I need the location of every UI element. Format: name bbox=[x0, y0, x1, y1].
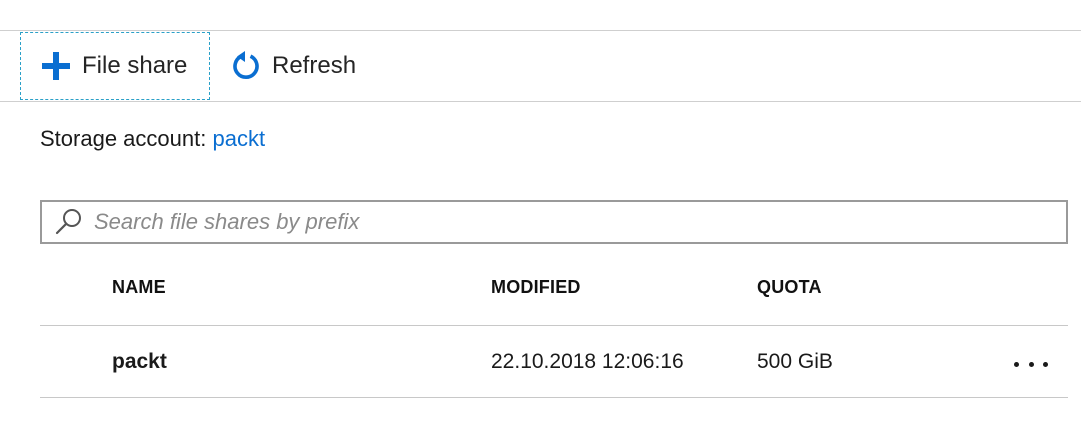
storage-account-link[interactable]: packt bbox=[212, 126, 265, 151]
more-options-button[interactable] bbox=[1014, 352, 1048, 376]
command-bar: File share Refresh bbox=[0, 30, 1081, 102]
column-header-quota[interactable]: QUOTA bbox=[757, 277, 822, 298]
search-input[interactable] bbox=[94, 204, 1066, 240]
search-icon bbox=[54, 207, 84, 237]
refresh-label: Refresh bbox=[272, 52, 357, 79]
file-shares-page: File share Refresh Storage account: pack… bbox=[0, 0, 1081, 432]
add-file-share-label: File share bbox=[82, 52, 188, 79]
file-share-name: packt bbox=[112, 350, 167, 373]
column-header-modified[interactable]: MODIFIED bbox=[491, 277, 581, 298]
table-header: NAME MODIFIED QUOTA bbox=[40, 270, 1068, 326]
file-share-quota: 500 GiB bbox=[757, 350, 833, 373]
storage-account-label: Storage account: bbox=[40, 126, 207, 151]
file-share-modified: 22.10.2018 12:06:16 bbox=[491, 350, 684, 373]
search-box bbox=[40, 200, 1068, 244]
more-dot bbox=[1043, 361, 1048, 367]
refresh-icon bbox=[230, 50, 262, 82]
column-header-name[interactable]: NAME bbox=[112, 277, 166, 298]
more-dot bbox=[1028, 361, 1034, 367]
storage-account-info: Storage account: packt bbox=[40, 126, 265, 152]
refresh-button[interactable]: Refresh bbox=[228, 32, 378, 100]
table-row[interactable]: packt 22.10.2018 12:06:16 500 GiB bbox=[40, 326, 1068, 398]
plus-icon bbox=[40, 50, 72, 82]
add-file-share-button[interactable]: File share bbox=[20, 32, 210, 100]
more-dot bbox=[1014, 361, 1019, 367]
